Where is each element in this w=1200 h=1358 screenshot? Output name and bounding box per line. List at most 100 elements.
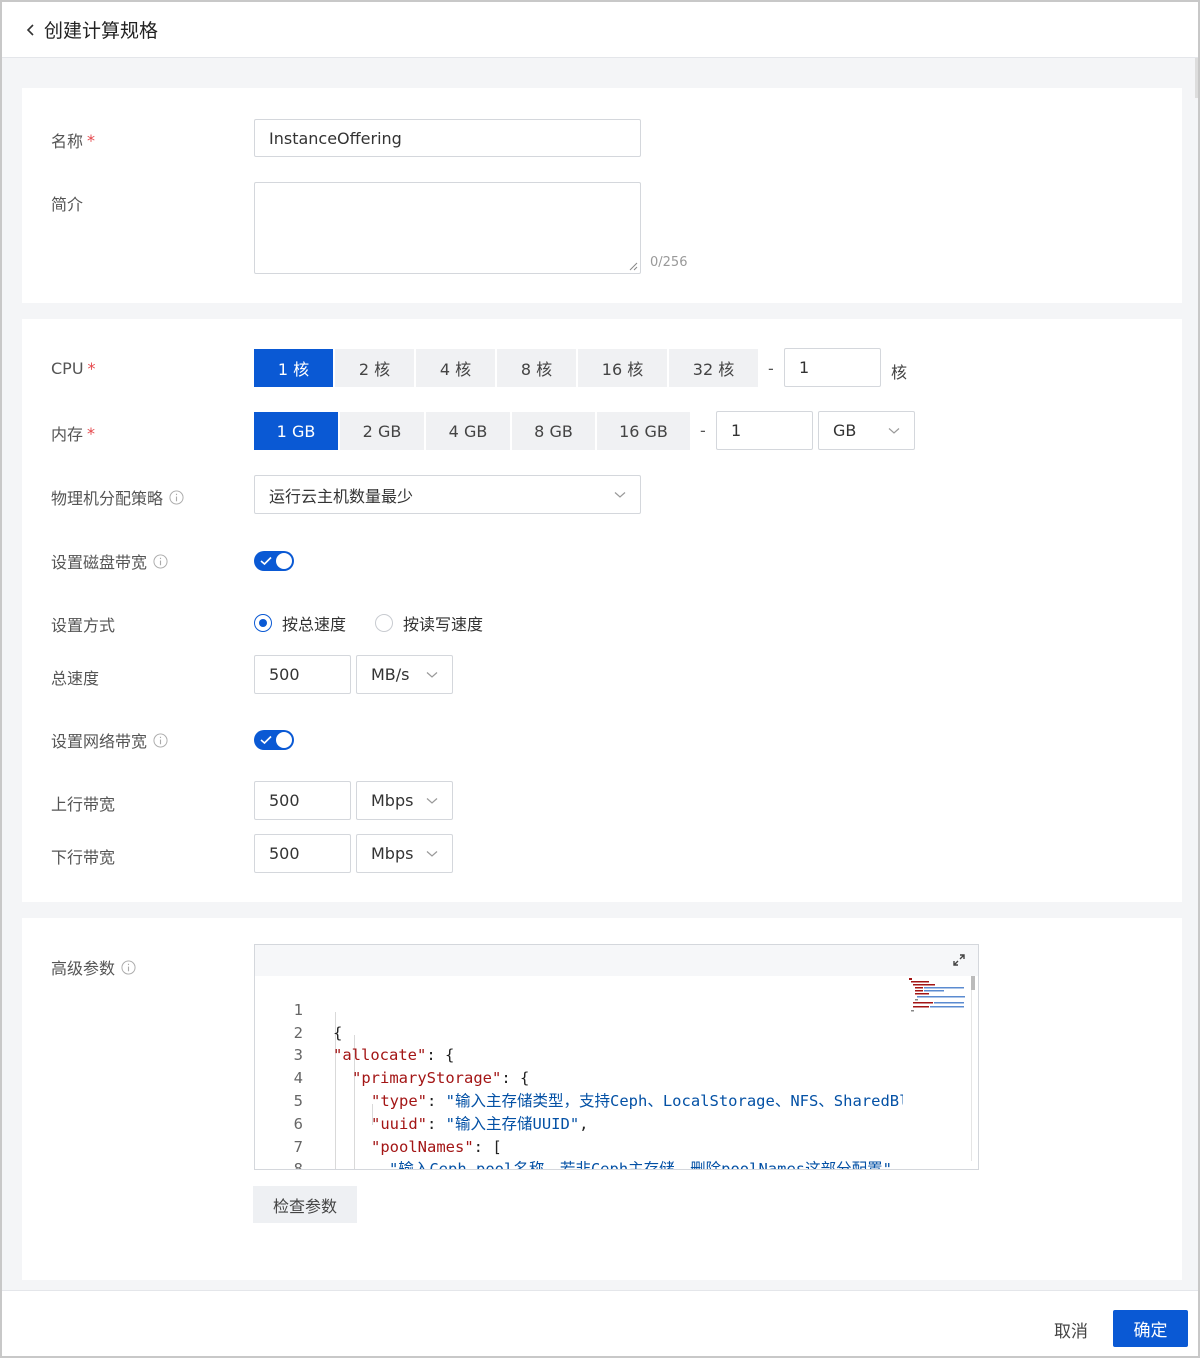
required-mark: * (87, 423, 96, 443)
radio-dot (375, 614, 393, 632)
total-speed-label-text: 总速度 (51, 669, 100, 688)
memory-unit-value: GB (833, 421, 857, 440)
toggle-knob (276, 553, 292, 569)
download-unit-select[interactable]: Mbps (356, 834, 453, 873)
back-arrow-icon[interactable] (24, 23, 38, 37)
memory-option-8gb[interactable]: 8 GB (512, 412, 595, 450)
cpu-dash: - (768, 359, 774, 378)
cpu-option-32[interactable]: 32 核 (669, 349, 758, 387)
total-speed-value: 500 (269, 665, 300, 684)
chevron-down-icon (426, 797, 438, 804)
footer-bar: 取消 确定 (2, 1290, 1198, 1356)
page-title: 创建计算规格 (44, 20, 159, 42)
chevron-down-icon (888, 427, 900, 434)
network-bandwidth-label: 设置网络带宽 (51, 728, 168, 752)
upload-unit-value: Mbps (371, 791, 414, 810)
radio-read-write-speed-label: 按读写速度 (403, 615, 484, 634)
download-bandwidth-label-text: 下行带宽 (51, 848, 116, 867)
info-icon[interactable] (121, 959, 136, 975)
disk-bandwidth-label-text: 设置磁盘带宽 (51, 553, 148, 572)
disk-bandwidth-label: 设置磁盘带宽 (51, 549, 168, 573)
upload-bandwidth-label-text: 上行带宽 (51, 795, 116, 814)
memory-unit-select[interactable]: GB (818, 411, 915, 450)
confirm-button[interactable]: 确定 (1113, 1310, 1188, 1347)
name-input-value: InstanceOffering (269, 128, 402, 148)
memory-option-4gb[interactable]: 4 GB (426, 412, 510, 450)
mode-label-text: 设置方式 (51, 616, 116, 635)
advanced-card: 高级参数 1 { 2 "allocate": {3 "primaryStora… (22, 918, 1182, 1280)
advanced-params-label-text: 高级参数 (51, 959, 116, 978)
host-strategy-select[interactable]: 运行云主机数量最少 (254, 475, 641, 514)
network-bandwidth-toggle[interactable] (254, 730, 294, 750)
radio-read-write-speed[interactable]: 按读写速度 (375, 611, 483, 635)
cpu-option-4[interactable]: 4 核 (416, 349, 495, 387)
code-line: 3 "primaryStorage": { (255, 1022, 903, 1087)
memory-option-2gb[interactable]: 2 GB (340, 412, 424, 450)
check-icon (260, 735, 272, 745)
chevron-down-icon (426, 850, 438, 857)
cpu-label-text: CPU (51, 359, 84, 378)
total-speed-label: 总速度 (51, 665, 99, 689)
cpu-unit: 核 (891, 363, 908, 382)
host-strategy-label: 物理机分配策略 (51, 485, 184, 509)
upload-bandwidth-input[interactable]: 500 (254, 781, 351, 820)
code-line: 1 { (255, 976, 903, 1042)
memory-label: 内存 * (51, 421, 95, 445)
name-input[interactable]: InstanceOffering (254, 119, 641, 157)
line-number: 8 (293, 1160, 303, 1170)
memory-dash: - (700, 421, 706, 440)
host-strategy-label-text: 物理机分配策略 (51, 489, 164, 508)
disk-bandwidth-toggle[interactable] (254, 551, 294, 571)
code-line: 2 "allocate": { (255, 999, 903, 1065)
required-mark: * (87, 130, 96, 150)
network-bandwidth-label-text: 设置网络带宽 (51, 732, 148, 751)
host-strategy-value: 运行云主机数量最少 (269, 486, 414, 506)
json-code-editor[interactable]: 1 { 2 "allocate": { 3 "primaryStorage": … (254, 944, 979, 1170)
memory-option-1gb[interactable]: 1 GB (254, 412, 338, 450)
page-scrollbar[interactable] (1195, 58, 1198, 98)
advanced-params-label: 高级参数 (51, 955, 136, 979)
description-label-text: 简介 (51, 195, 84, 214)
upload-bandwidth-label: 上行带宽 (51, 791, 115, 815)
memory-option-16gb[interactable]: 16 GB (597, 412, 690, 450)
cpu-option-1[interactable]: 1 核 (254, 349, 333, 387)
memory-custom-value: 1 (731, 421, 742, 440)
editor-scrollbar[interactable] (971, 976, 975, 990)
expand-icon[interactable] (952, 953, 966, 967)
radio-total-speed[interactable]: 按总速度 (254, 611, 346, 635)
description-label: 简介 (51, 191, 83, 215)
description-textarea[interactable] (254, 182, 641, 274)
info-icon[interactable] (153, 553, 168, 569)
editor-minimap[interactable] (905, 976, 971, 1036)
chevron-down-icon (426, 671, 438, 678)
cpu-option-8[interactable]: 8 核 (497, 349, 576, 387)
upload-unit-select[interactable]: Mbps (356, 781, 453, 820)
editor-ruler (971, 976, 972, 1161)
cpu-option-2[interactable]: 2 核 (335, 349, 414, 387)
description-counter: 0/256 (650, 255, 688, 270)
editor-toolbar (255, 945, 978, 976)
chevron-down-icon (614, 491, 626, 498)
info-icon[interactable] (153, 732, 168, 748)
total-speed-input[interactable]: 500 (254, 655, 351, 694)
json-string: "输入Ceph pool名称，若非Ceph主存储，删除poolNames这部分配… (389, 1160, 892, 1170)
cpu-option-16[interactable]: 16 核 (578, 349, 667, 387)
resize-handle-icon[interactable] (628, 261, 638, 271)
download-bandwidth-label: 下行带宽 (51, 844, 115, 868)
cpu-custom-input[interactable]: 1 (784, 348, 881, 387)
download-bandwidth-value: 500 (269, 844, 300, 863)
toggle-knob (276, 732, 292, 748)
check-params-button[interactable]: 检查参数 (253, 1186, 357, 1223)
code-area[interactable]: 1 { 2 "allocate": { 3 "primaryStorage": … (255, 976, 903, 1170)
code-line: 7 "输入Ceph pool名称，若非Ceph主存储，删除poolNames这部… (255, 1113, 903, 1169)
check-icon (260, 556, 272, 566)
code-line: 4 "type": "输入主存储类型，支持Ceph、LocalStorage、N… (255, 1044, 903, 1110)
basic-info-card: 名称 * InstanceOffering 简介 0/256 (22, 88, 1182, 303)
info-icon[interactable] (169, 489, 184, 505)
total-speed-unit-select[interactable]: MB/s (356, 655, 453, 694)
memory-label-text: 内存 (51, 425, 84, 444)
cancel-button[interactable]: 取消 (1036, 1311, 1106, 1347)
memory-custom-input[interactable]: 1 (716, 411, 813, 450)
total-speed-unit-value: MB/s (371, 665, 410, 684)
download-bandwidth-input[interactable]: 500 (254, 834, 351, 873)
